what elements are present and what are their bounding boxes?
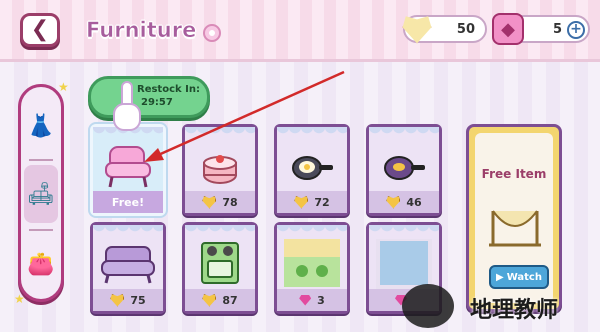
category-sidebar: 👗 🛋 👛 <box>18 84 64 302</box>
shop-item-strawberry-cake[interactable]: 78 <box>182 124 258 216</box>
watermark-text: 地理教师 <box>470 298 559 323</box>
watermark-logo <box>402 284 454 328</box>
gem-icon: ◆ <box>492 13 524 45</box>
stove-icon <box>201 242 239 284</box>
heart-coin-icon <box>202 196 217 209</box>
restock-label: Restock In: <box>137 84 200 95</box>
sparkle-icon: ★ <box>58 80 69 94</box>
page-title: Furniture <box>86 18 197 43</box>
item-scallop <box>185 225 255 235</box>
item-price: 46 <box>369 191 439 213</box>
price-label: 78 <box>222 195 238 209</box>
featured-inner: Free Item ▶ Watch <box>475 133 553 303</box>
restock-time: 29:57 <box>141 97 173 108</box>
heart-coin-icon <box>202 294 217 307</box>
item-price: 78 <box>185 191 255 213</box>
item-scallop <box>277 127 347 137</box>
price-label: 46 <box>406 195 422 209</box>
hammock-icon <box>489 210 541 247</box>
dress-icon: 👗 <box>27 113 55 139</box>
shop-item-pink-armchair[interactable]: Free! <box>90 124 166 216</box>
divider <box>29 159 53 161</box>
item-price: 72 <box>277 191 347 213</box>
armchair-icon <box>105 146 151 188</box>
add-gems-button[interactable]: + <box>567 21 585 39</box>
item-price: 87 <box>185 289 255 311</box>
featured-title: Free Item <box>481 167 547 181</box>
divider <box>29 229 53 231</box>
item-scallop <box>93 225 163 235</box>
sofa-icon <box>101 246 155 284</box>
shop-item-frying-pan-egg[interactable]: 72 <box>274 124 350 216</box>
watch-label: Watch <box>506 271 542 283</box>
item-scallop <box>369 225 439 235</box>
accessories-tab[interactable]: 👛 <box>24 235 58 293</box>
item-scallop <box>369 127 439 137</box>
rug-icon <box>284 239 340 287</box>
purse-icon: 👛 <box>27 251 55 277</box>
restock-timer: Restock In: 29:57 <box>88 76 210 118</box>
item-scallop <box>277 225 347 235</box>
gem-icon <box>299 294 312 306</box>
flower-icon <box>203 24 221 42</box>
featured-free-item-card[interactable]: Free Item ▶ Watch <box>466 124 562 312</box>
gem-amount: 5 <box>552 21 562 37</box>
item-scallop <box>185 127 255 137</box>
heart-coin-icon <box>110 294 125 307</box>
furniture-tab[interactable]: 🛋 <box>24 165 58 223</box>
shop-item-frying-pan-purple[interactable]: 46 <box>366 124 442 216</box>
frame-icon <box>376 239 432 289</box>
play-icon: ▶ <box>496 271 504 283</box>
pointer-hand-icon <box>113 81 141 131</box>
back-button[interactable]: ❮ <box>20 13 60 47</box>
shop-item-purple-sofa[interactable]: 75 <box>90 222 166 314</box>
coin-counter: 50 <box>402 15 487 44</box>
shop-item-green-rug[interactable]: 3 <box>274 222 350 314</box>
price-label: 3 <box>317 293 325 307</box>
price-label: 75 <box>130 293 146 307</box>
shop-item-green-stove[interactable]: 87 <box>182 222 258 314</box>
cake-icon <box>203 155 237 184</box>
item-price: 3 <box>277 289 347 311</box>
item-price: Free! <box>93 191 163 213</box>
clothing-tab[interactable]: 👗 <box>24 97 58 155</box>
item-price: 75 <box>93 289 163 311</box>
chevron-left-icon: ❮ <box>30 17 50 42</box>
watch-ad-button[interactable]: ▶ Watch <box>489 265 549 289</box>
coin-amount: 50 <box>456 21 475 37</box>
gem-counter: ◆ 5 + <box>492 13 590 45</box>
sofa-icon: 🛋 <box>27 181 55 207</box>
price-label: Free! <box>111 195 145 209</box>
heart-coin-icon <box>386 196 401 209</box>
price-label: 87 <box>222 293 238 307</box>
sparkle-icon: ★ <box>14 292 25 306</box>
pan-egg-icon <box>292 156 333 180</box>
pan-icon <box>384 156 425 180</box>
heart-coin-icon <box>294 196 309 209</box>
price-label: 72 <box>314 195 330 209</box>
